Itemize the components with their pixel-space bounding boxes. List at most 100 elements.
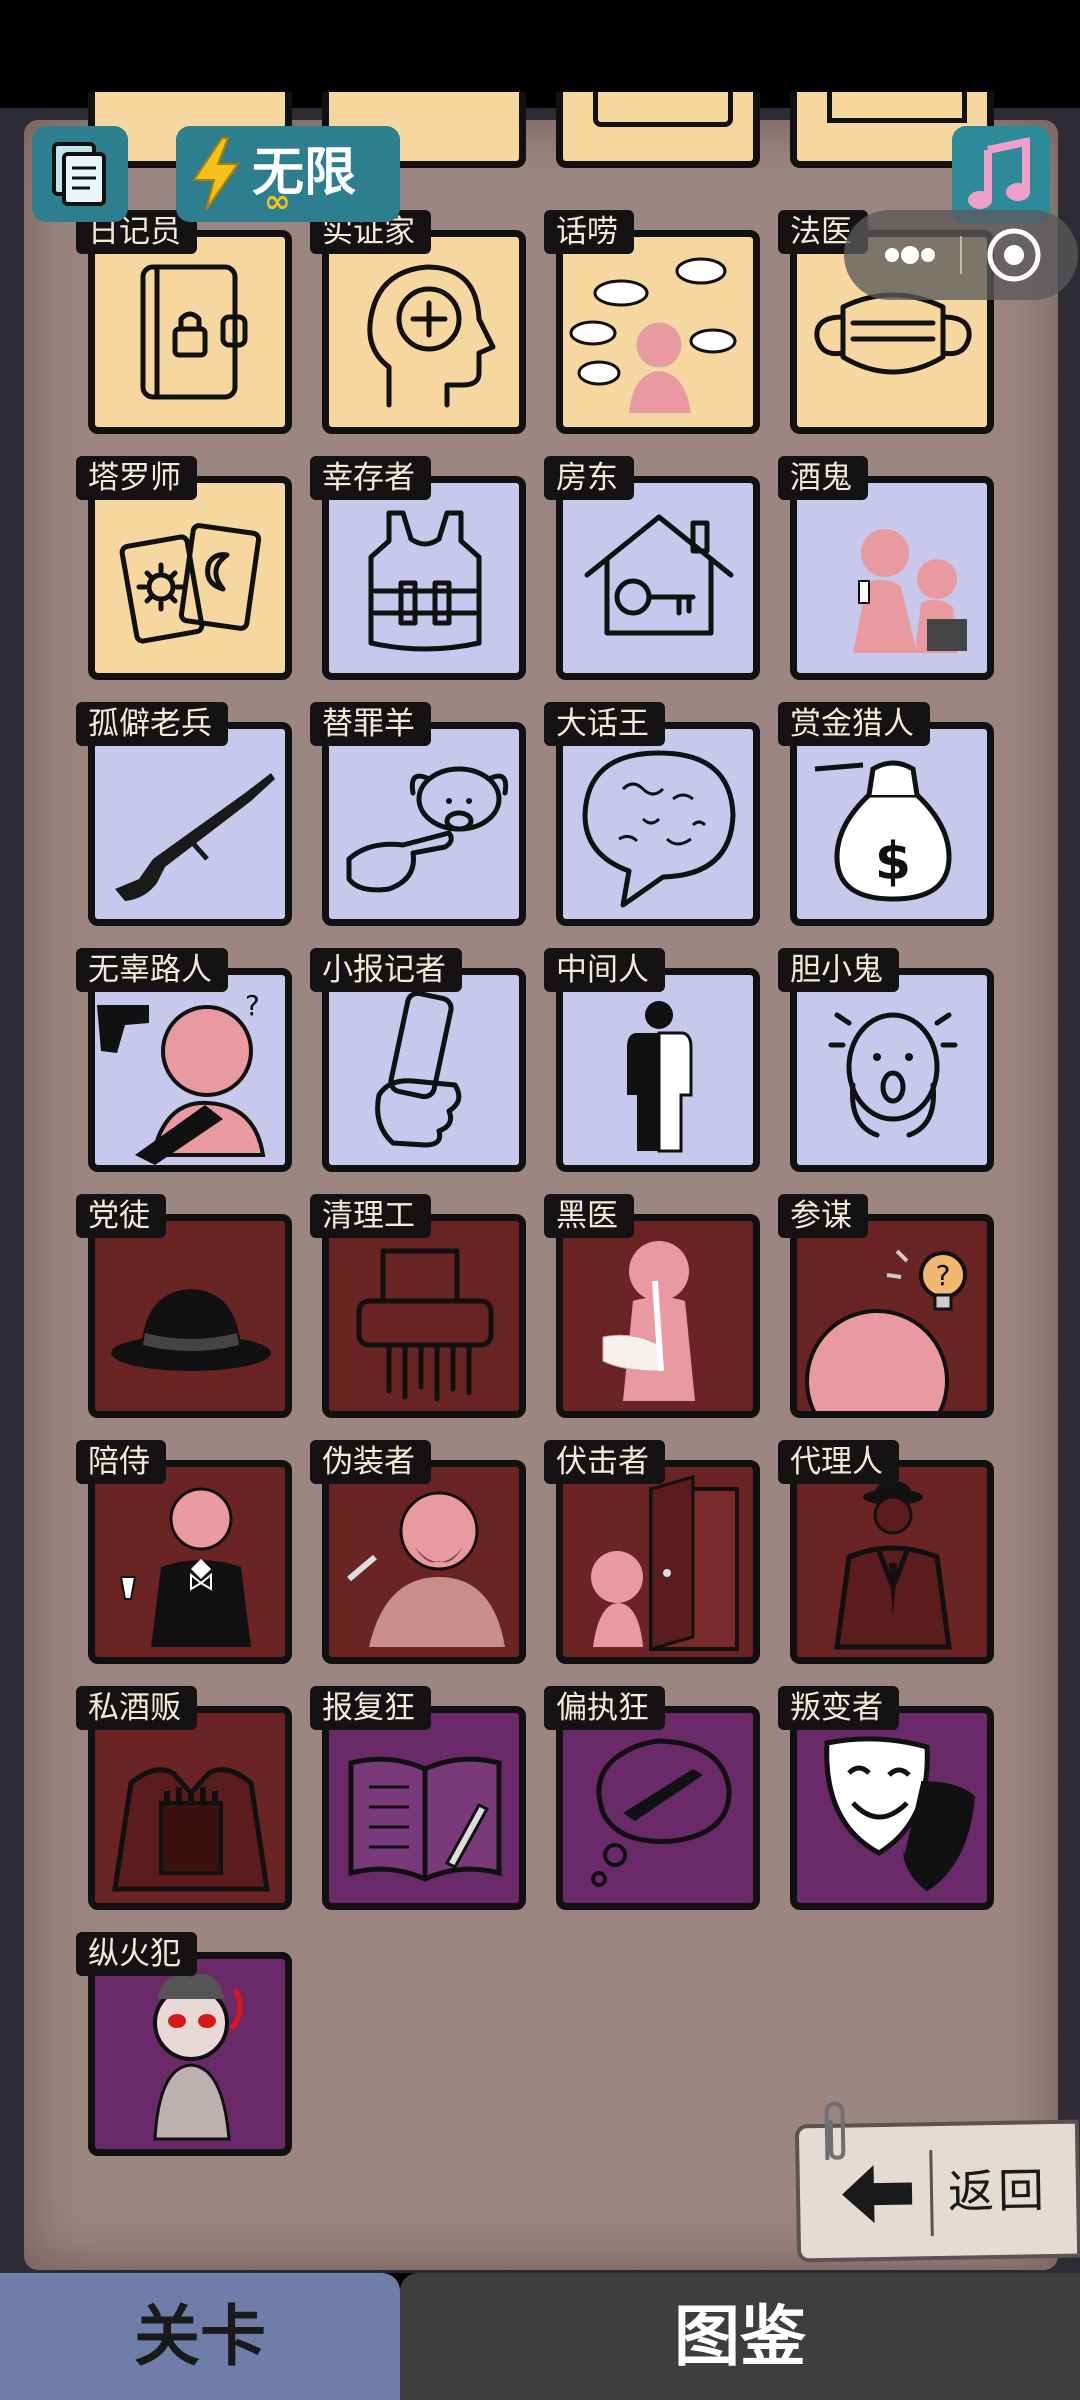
theater-masks-icon bbox=[824, 1736, 976, 1892]
target-circle-icon bbox=[987, 228, 1041, 282]
close-miniapp-button[interactable] bbox=[962, 210, 1078, 300]
role-card[interactable] bbox=[790, 1460, 994, 1664]
role-name-label: 孤僻老兵 bbox=[76, 702, 228, 746]
role-card[interactable] bbox=[88, 1706, 292, 1910]
shredder-icon bbox=[356, 1248, 494, 1402]
role-name-label: 房东 bbox=[544, 456, 634, 500]
sheep-point-icon bbox=[346, 766, 509, 893]
butler-icon bbox=[119, 1487, 251, 1647]
role-card[interactable] bbox=[322, 1706, 526, 1910]
role-card[interactable] bbox=[556, 1214, 760, 1418]
role-name-label: 报复狂 bbox=[310, 1686, 431, 1730]
money-bag-icon: $ bbox=[814, 760, 952, 902]
codex-panel: 日记员 实证家 话唠 法医 塔罗师 幸存者 房东 酒鬼 孤僻老兵 替罪羊 大话王 $ 赏金猎人? 无辜路人… bbox=[24, 92, 1058, 2270]
more-options-button[interactable] bbox=[844, 210, 960, 300]
drunk-icon bbox=[853, 529, 967, 653]
role-name-label: 叛变者 bbox=[778, 1686, 899, 1730]
role-card[interactable] bbox=[556, 1460, 760, 1664]
role-name-label: 幸存者 bbox=[310, 456, 431, 500]
role-card[interactable] bbox=[322, 1214, 526, 1418]
role-name-label: 胆小鬼 bbox=[778, 948, 899, 992]
role-name-label: 黑医 bbox=[544, 1194, 634, 1238]
role-card[interactable] bbox=[556, 722, 760, 926]
role-name-label: 代理人 bbox=[778, 1440, 899, 1484]
back-button[interactable]: 返回 bbox=[794, 2101, 1080, 2263]
document-stack-icon bbox=[52, 142, 106, 206]
miniapp-capsule bbox=[844, 210, 1078, 300]
role-name-label: 陪侍 bbox=[76, 1440, 166, 1484]
suit-agent-icon bbox=[834, 1481, 952, 1650]
svg-text:?: ? bbox=[245, 989, 260, 1022]
paperclip-icon bbox=[824, 2101, 846, 2160]
role-card[interactable] bbox=[88, 230, 292, 434]
role-card[interactable]: ? bbox=[88, 968, 292, 1172]
role-name-label: 清理工 bbox=[310, 1194, 431, 1238]
role-name-label: 替罪羊 bbox=[310, 702, 431, 746]
role-card[interactable] bbox=[790, 1706, 994, 1910]
svg-text:$: $ bbox=[875, 832, 911, 892]
energy-badge[interactable]: 无限 ∞ bbox=[176, 126, 400, 222]
role-card[interactable] bbox=[322, 230, 526, 434]
lightning-icon bbox=[192, 137, 240, 211]
house-key-icon bbox=[584, 514, 734, 636]
role-card[interactable] bbox=[556, 476, 760, 680]
role-card[interactable] bbox=[88, 476, 292, 680]
speech-bubble-icon bbox=[582, 750, 736, 908]
knife-thought-icon bbox=[591, 1738, 732, 1887]
role-card[interactable] bbox=[322, 476, 526, 680]
role-name-label: 酒鬼 bbox=[778, 456, 868, 500]
head-plus-icon bbox=[367, 264, 496, 408]
back-label: 返回 bbox=[947, 2163, 1049, 2219]
tarot-cards-icon bbox=[119, 523, 262, 644]
role-name-label: 偏执狂 bbox=[544, 1686, 665, 1730]
role-name-label: 无辜路人 bbox=[76, 948, 228, 992]
tab-codex[interactable]: 图鉴 bbox=[400, 2273, 1080, 2400]
role-card[interactable] bbox=[322, 968, 526, 1172]
role-name-label: 纵火犯 bbox=[76, 1932, 197, 1976]
more-dots-icon bbox=[885, 246, 935, 264]
bottles-coat-icon bbox=[112, 1767, 270, 1892]
role-name-label: 党徒 bbox=[76, 1194, 166, 1238]
half-person-icon bbox=[627, 1001, 693, 1153]
role-card[interactable] bbox=[322, 1460, 526, 1664]
role-name-label: 中间人 bbox=[544, 948, 665, 992]
role-card-partial[interactable] bbox=[556, 92, 760, 168]
role-card[interactable] bbox=[790, 476, 994, 680]
advisor-icon: ? bbox=[805, 1249, 967, 1411]
back-divider bbox=[929, 2150, 934, 2237]
role-card[interactable] bbox=[88, 722, 292, 926]
role-card[interactable] bbox=[88, 1214, 292, 1418]
svg-text:?: ? bbox=[936, 1259, 951, 1292]
chatter-icon bbox=[569, 257, 737, 413]
newspaper-icon bbox=[375, 990, 462, 1148]
role-card[interactable] bbox=[556, 1706, 760, 1910]
role-card[interactable] bbox=[790, 968, 994, 1172]
role-card[interactable] bbox=[88, 1460, 292, 1664]
book-knife-icon bbox=[348, 1756, 502, 1882]
arrow-left-icon bbox=[842, 2165, 913, 2224]
role-card[interactable]: ? bbox=[790, 1214, 994, 1418]
tab-levels[interactable]: 关卡 bbox=[0, 2273, 400, 2400]
role-card[interactable] bbox=[556, 968, 760, 1172]
role-card[interactable] bbox=[556, 230, 760, 434]
role-card[interactable]: $ bbox=[790, 722, 994, 926]
vest-icon bbox=[368, 510, 482, 652]
scared-face-icon bbox=[828, 1012, 958, 1138]
role-card[interactable] bbox=[322, 722, 526, 926]
diary-icon bbox=[140, 264, 248, 400]
arsonist-icon bbox=[153, 1973, 243, 2141]
bystander-icon: ? bbox=[97, 989, 266, 1165]
role-name-label: 私酒贩 bbox=[76, 1686, 197, 1730]
rifle-icon bbox=[115, 773, 275, 901]
doctor-icon bbox=[602, 1241, 695, 1401]
role-name-label: 伏击者 bbox=[544, 1440, 665, 1484]
role-name-label: 塔罗师 bbox=[76, 456, 197, 500]
disguise-icon bbox=[347, 1491, 505, 1647]
notes-button[interactable] bbox=[32, 126, 128, 222]
ambush-door-icon bbox=[591, 1475, 739, 1651]
energy-infinity: ∞ bbox=[264, 182, 291, 220]
fedora-icon bbox=[111, 1289, 271, 1371]
role-card[interactable] bbox=[88, 1952, 292, 2156]
role-name-label: 话唠 bbox=[544, 210, 634, 254]
role-name-label: 伪装者 bbox=[310, 1440, 431, 1484]
